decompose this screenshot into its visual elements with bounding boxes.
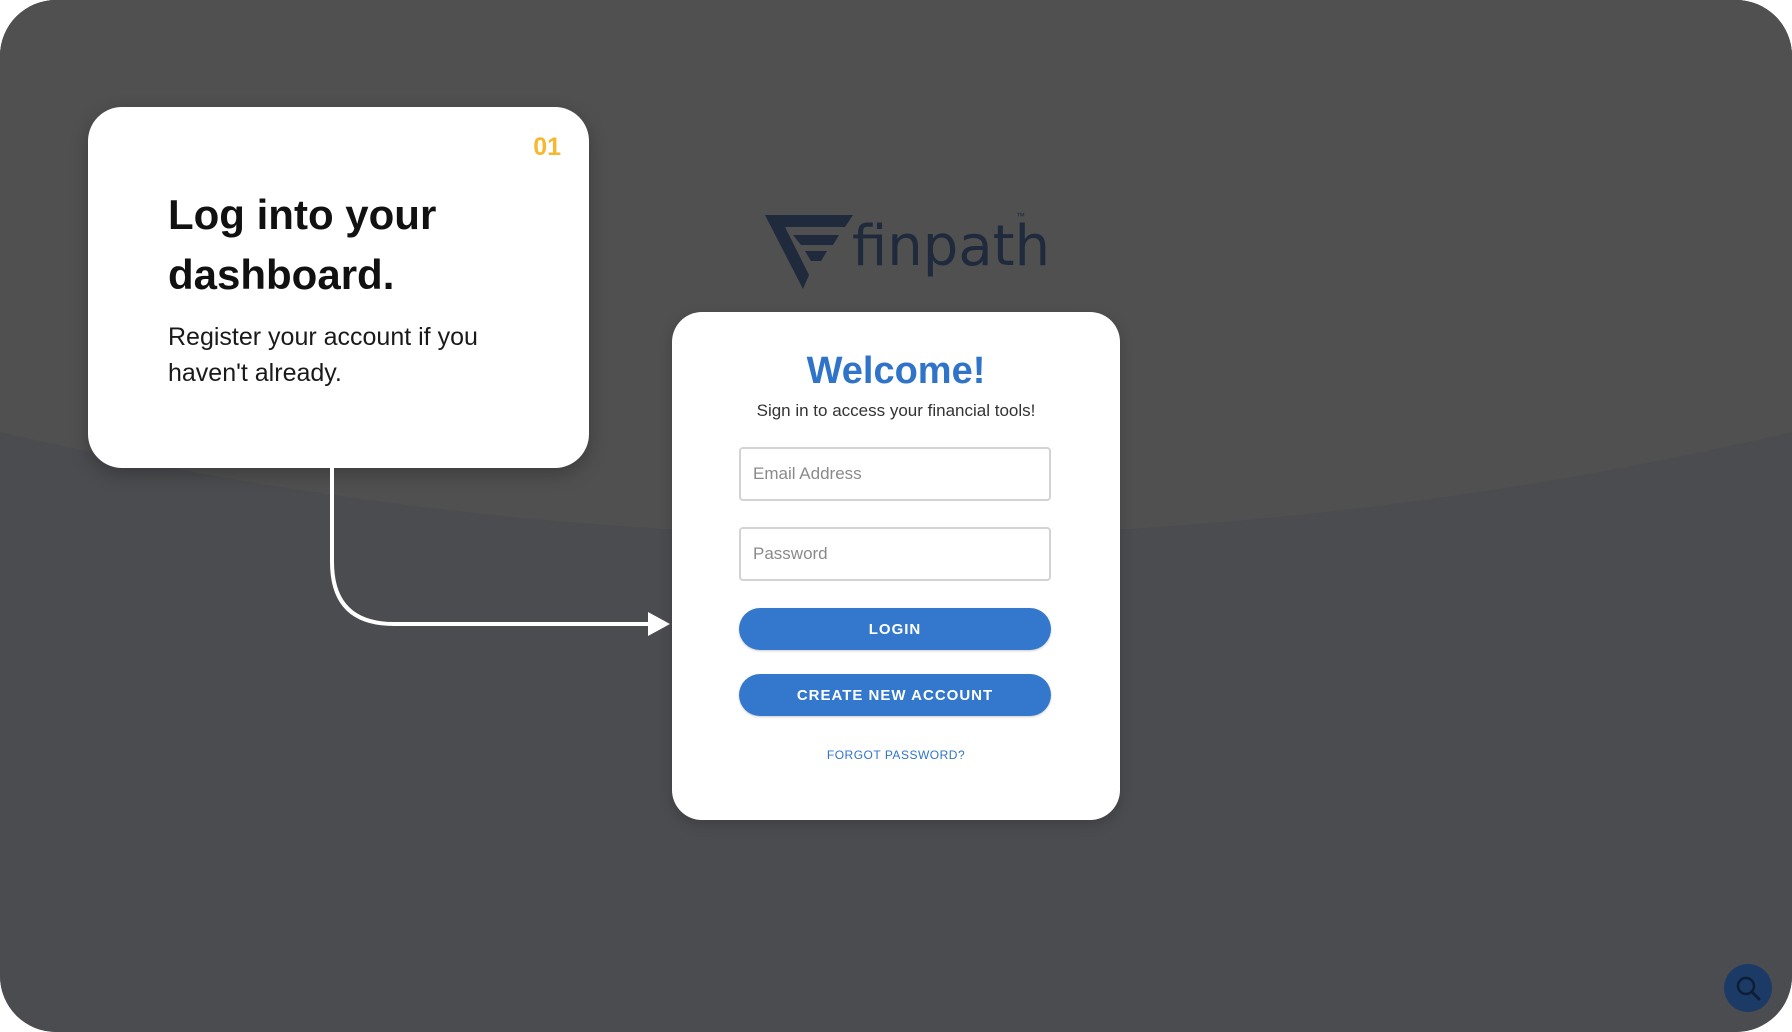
logo-trademark: ™ (1016, 211, 1025, 221)
login-subtitle: Sign in to access your financial tools! (756, 401, 1036, 420)
search-fab-button[interactable] (1724, 964, 1772, 1012)
login-card: Welcome! Sign in to access your financia… (672, 312, 1120, 820)
step-card: 01 Log into your dashboard. Register you… (88, 107, 589, 468)
finpath-logo-icon (765, 215, 853, 289)
create-account-button[interactable]: CREATE NEW ACCOUNT (739, 674, 1051, 716)
forgot-password-link[interactable]: FORGOT PASSWORD? (672, 748, 1120, 762)
login-button[interactable]: LOGIN (739, 608, 1051, 650)
welcome-heading: Welcome! (806, 350, 986, 392)
finpath-logo: finpath ™ (760, 205, 1050, 295)
step-description: Register your account if you haven't alr… (168, 323, 478, 387)
search-icon (1736, 976, 1761, 1001)
step-number: 01 (533, 133, 561, 161)
password-field[interactable] (739, 527, 1051, 581)
step-title: Log into your dashboard. (168, 191, 437, 298)
tutorial-frame: 01 Log into your dashboard. Register you… (0, 0, 1792, 1032)
email-field[interactable] (739, 447, 1051, 501)
